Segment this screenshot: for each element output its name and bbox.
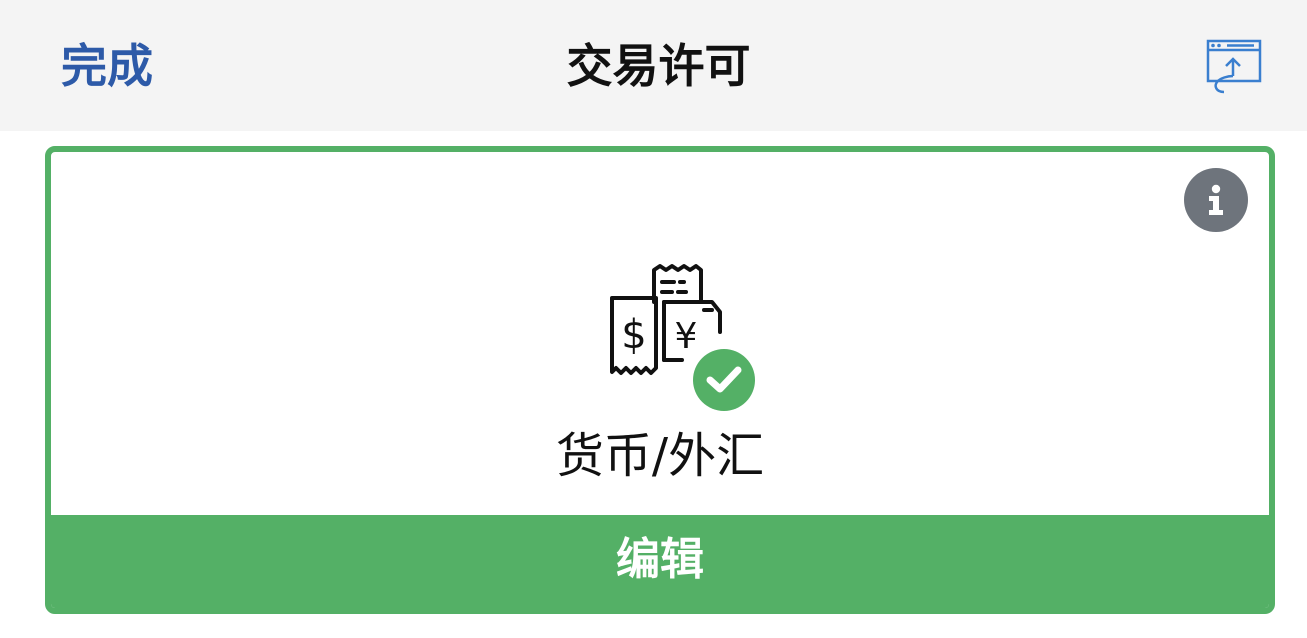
svg-text:¥: ¥ (675, 316, 698, 357)
nav-bar: 完成 交易许可 (0, 0, 1307, 131)
edit-button[interactable]: 编辑 (51, 515, 1269, 608)
page-title: 交易许可 (566, 39, 751, 93)
share-export-icon[interactable] (1200, 36, 1266, 96)
svg-text:$: $ (621, 312, 646, 358)
currency-receipts-icon: $ ¥ (604, 262, 764, 412)
check-circle-icon (693, 349, 755, 411)
category-label: 货币/外汇 (555, 428, 765, 484)
trade-permission-card: $ ¥ 货币/外汇 编辑 (45, 146, 1275, 614)
info-icon[interactable] (1184, 168, 1248, 232)
